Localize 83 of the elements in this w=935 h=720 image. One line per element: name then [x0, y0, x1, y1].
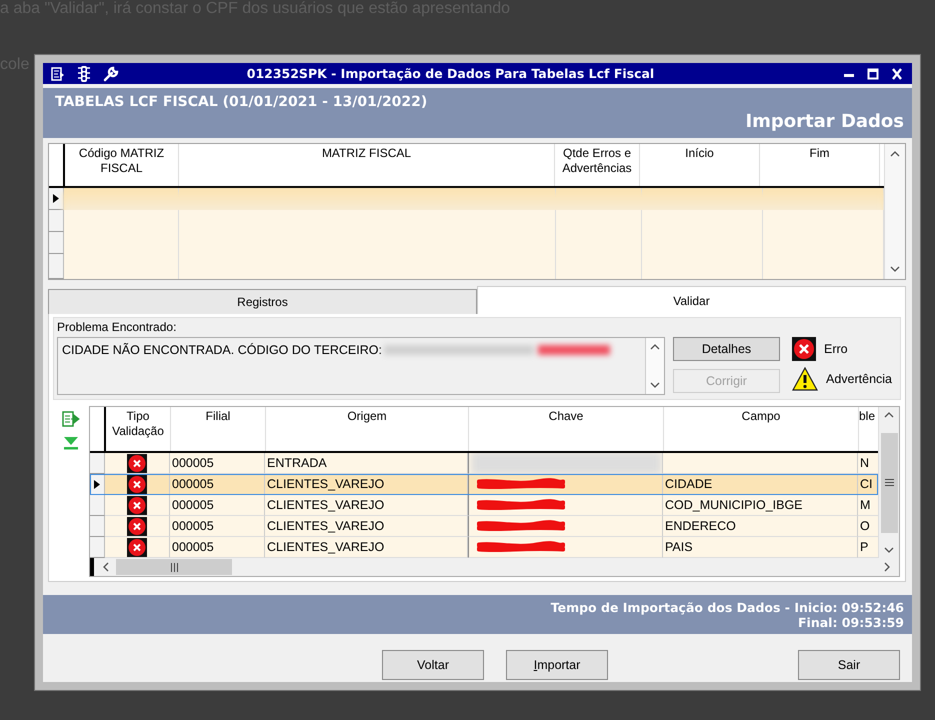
- table-cell: CLIENTES_VAREJO: [267, 519, 384, 533]
- table-cell: 000005: [172, 477, 214, 491]
- tab[interactable]: Validar: [477, 286, 906, 314]
- scroll-thumb[interactable]: [880, 432, 898, 532]
- close-icon[interactable]: [890, 68, 904, 80]
- row-pointer-icon: [94, 480, 100, 488]
- column-header[interactable]: Código MATRIZ FISCAL: [65, 146, 178, 176]
- table-cell: M: [860, 498, 870, 512]
- table-row[interactable]: 000005 CLIENTES_VAREJO PAIS P: [90, 537, 878, 558]
- problem-text-field[interactable]: CIDADE NÃO ENCONTRADA. CÓDIGO DO TERCEIRO:: [57, 337, 665, 395]
- grip-icon: [170, 562, 178, 572]
- problem-text: CIDADE NÃO ENCONTRADA. CÓDIGO DO TERCEIRO:: [62, 343, 382, 357]
- footer-button[interactable]: Importar: [506, 650, 608, 680]
- scroll-up-icon[interactable]: [883, 411, 895, 419]
- table-cell: 000005: [172, 540, 214, 554]
- scroll-thumb[interactable]: [116, 559, 232, 575]
- export-icon[interactable]: [62, 410, 80, 428]
- vertical-scrollbar[interactable]: [878, 407, 899, 558]
- column-header[interactable]: Campo: [664, 409, 858, 424]
- table-cell: ENTRADA: [267, 456, 327, 470]
- table-cell: 000005: [172, 498, 214, 512]
- scroll-down-icon[interactable]: [889, 265, 901, 273]
- legend-label: Erro: [824, 342, 848, 356]
- scroll-down-icon[interactable]: [649, 381, 661, 389]
- footer-button[interactable]: Voltar: [382, 650, 484, 680]
- table-cell: CLIENTES_VAREJO: [267, 540, 384, 554]
- table-cell: 000005: [172, 519, 214, 533]
- table-cell: PAIS: [665, 540, 693, 554]
- column-header[interactable]: MATRIZ FISCAL: [179, 146, 554, 161]
- column-header[interactable]: Qtde Erros e Advertências: [555, 146, 639, 176]
- scroll-down-icon[interactable]: [883, 546, 895, 554]
- column-header[interactable]: Início: [640, 146, 759, 161]
- table-cell: CI: [860, 477, 872, 491]
- table-cell: N: [860, 456, 870, 470]
- scroll-right-icon[interactable]: [883, 561, 891, 573]
- vertical-scrollbar[interactable]: [884, 144, 905, 279]
- column-header[interactable]: ble: [859, 409, 878, 424]
- error-icon: [127, 516, 147, 536]
- table-cell: CLIENTES_VAREJO: [267, 498, 384, 512]
- column-header[interactable]: Chave: [469, 409, 663, 424]
- action-button[interactable]: Detalhes: [673, 337, 780, 361]
- status-text: Tempo de Importação dos Dados - Inicio: 09:52:46: [550, 600, 904, 614]
- table-cell: CLIENTES_VAREJO: [267, 477, 384, 491]
- horizontal-scrollbar[interactable]: [90, 558, 899, 576]
- scroll-up-icon[interactable]: [649, 343, 661, 351]
- error-icon: [127, 474, 147, 494]
- scroll-to-bottom-icon[interactable]: [62, 436, 80, 450]
- header-subtitle: Importar Dados: [745, 111, 904, 132]
- header-title: TABELAS LCF FISCAL (01/01/2021 - 13/01/2022): [55, 94, 428, 110]
- column-header[interactable]: Filial: [171, 409, 265, 424]
- column-header[interactable]: Fim: [760, 146, 879, 161]
- grip-icon: [884, 479, 894, 486]
- error-icon: [127, 538, 147, 556]
- table-cell: 000005: [172, 456, 214, 470]
- error-icon: [127, 454, 147, 472]
- scroll-up-icon[interactable]: [889, 150, 901, 158]
- footer-button[interactable]: Sair: [798, 650, 900, 680]
- table-row[interactable]: 000005 CLIENTES_VAREJO CIDADE CI: [90, 474, 878, 495]
- table-row[interactable]: 000005 ENTRADA N: [90, 453, 878, 474]
- tab[interactable]: Registros: [48, 289, 477, 314]
- warning-icon: [792, 367, 818, 391]
- column-header[interactable]: Origem: [266, 409, 468, 424]
- table-row[interactable]: 000005 CLIENTES_VAREJO COD_MUNICIPIO_IBGE M: [90, 495, 878, 516]
- table-row[interactable]: 000005 CLIENTES_VAREJO ENDERECO O: [90, 516, 878, 537]
- legend-label: Advertência: [826, 372, 892, 386]
- table-cell: P: [860, 540, 868, 554]
- error-icon: [127, 496, 147, 514]
- column-header[interactable]: Tipo Validação: [106, 409, 170, 439]
- scroll-left-icon[interactable]: [102, 561, 110, 573]
- table-cell: CIDADE: [665, 477, 712, 491]
- status-text: Final: 09:53:59: [798, 614, 904, 630]
- window-title: 012352SPK - Importação de Dados Para Tabelas Lcf Fiscal: [246, 66, 656, 81]
- error-icon: [792, 337, 816, 361]
- row-selector[interactable]: [90, 474, 105, 495]
- table-cell: O: [860, 519, 870, 533]
- table-cell: ENDERECO: [665, 519, 736, 533]
- traffic-light-icon[interactable]: [77, 64, 91, 82]
- row-selector[interactable]: [49, 188, 64, 210]
- table-cell: COD_MUNICIPIO_IBGE: [665, 498, 803, 512]
- maximize-icon[interactable]: [866, 68, 880, 80]
- row-pointer-icon: [53, 194, 59, 203]
- problem-label: Problema Encontrado:: [57, 320, 178, 334]
- wrench-icon[interactable]: [103, 66, 119, 82]
